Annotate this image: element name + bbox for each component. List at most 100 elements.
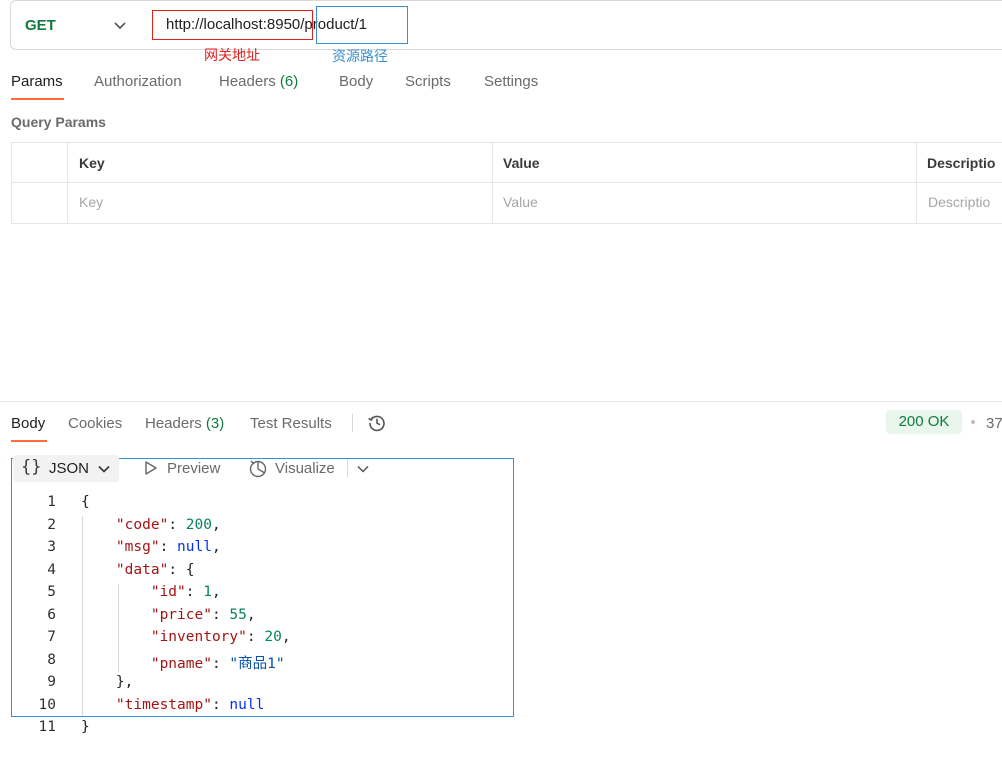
code-token: "id" — [150, 584, 186, 600]
method-select[interactable]: GET — [25, 17, 56, 34]
line-number: 11 — [38, 719, 56, 735]
code-text: "pname": "商品1" — [81, 652, 285, 673]
history-icon[interactable] — [367, 413, 387, 436]
code-token: "inventory" — [150, 629, 247, 645]
code-token: "data" — [115, 561, 169, 578]
code-token: }, — [81, 674, 134, 690]
code-token: 1 — [203, 584, 212, 600]
line-number: 9 — [47, 674, 56, 690]
gateway-address-label: 网关地址 — [204, 47, 260, 63]
tab-separator — [352, 414, 353, 432]
tab-authorization[interactable]: Authorization — [94, 73, 182, 90]
column-header-key: Key — [79, 155, 105, 171]
tab-headers[interactable]: Headers (6) — [219, 73, 298, 90]
code-token: : — [211, 655, 230, 672]
tab-headers-label: Headers — [219, 73, 276, 90]
response-tab-body[interactable]: Body — [11, 415, 45, 432]
code-token: : — [185, 584, 204, 600]
response-tab-headers[interactable]: Headers (3) — [145, 415, 224, 432]
column-header-value: Value — [503, 155, 540, 171]
line-number: 4 — [47, 561, 56, 578]
table-column-divider — [67, 142, 68, 224]
code-token: : { — [168, 561, 195, 578]
line-number: 2 — [47, 516, 56, 533]
line-number: 1 — [47, 494, 56, 510]
code-token: null — [229, 696, 265, 713]
code-token: "timestamp" — [115, 696, 212, 713]
tab-body[interactable]: Body — [339, 73, 373, 90]
param-key-input[interactable]: Key — [79, 194, 103, 210]
column-header-description: Descriptio — [927, 155, 996, 171]
braces-icon: {} — [21, 457, 42, 477]
table-column-divider — [492, 142, 493, 224]
code-token: 200 — [185, 516, 212, 533]
code-text: } — [81, 719, 90, 735]
active-tab-indicator — [11, 98, 64, 100]
format-label: JSON — [49, 460, 90, 477]
chevron-down-icon[interactable] — [356, 462, 370, 479]
code-token: : — [159, 539, 178, 555]
response-tab-test-results[interactable]: Test Results — [250, 415, 332, 432]
table-column-divider — [916, 142, 917, 224]
toolbar-separator — [347, 459, 348, 477]
line-number: 5 — [47, 584, 56, 600]
code-token: "msg" — [115, 539, 160, 555]
tab-headers-count: (6) — [279, 73, 299, 90]
tab-settings[interactable]: Settings — [484, 73, 538, 90]
code-token: null — [177, 539, 212, 555]
code-token: } — [81, 719, 90, 735]
param-value-input[interactable]: Value — [503, 194, 538, 210]
line-number: 7 — [47, 629, 56, 645]
code-token: : — [211, 696, 230, 713]
code-token: , — [246, 606, 256, 623]
line-number: 3 — [47, 539, 56, 555]
code-text: "id": 1, — [81, 584, 221, 600]
code-token: : — [168, 516, 186, 533]
tab-scripts[interactable]: Scripts — [405, 73, 451, 90]
code-token: , — [211, 516, 221, 533]
gateway-address-highlight — [152, 10, 313, 40]
code-text: "timestamp": null — [81, 697, 264, 713]
line-number: 6 — [47, 606, 56, 623]
play-icon[interactable] — [143, 460, 159, 479]
preview-button[interactable]: Preview — [167, 460, 220, 477]
code-token: : — [211, 606, 230, 623]
code-text: "msg": null, — [81, 539, 221, 555]
code-text: { — [81, 494, 90, 510]
code-token: "code" — [115, 516, 169, 533]
param-description-input[interactable]: Descriptio — [928, 194, 990, 210]
chevron-down-icon[interactable] — [97, 462, 111, 479]
status-badge[interactable]: 200 OK — [886, 410, 962, 434]
code-token: { — [81, 494, 90, 510]
visualize-button[interactable]: Visualize — [275, 460, 335, 477]
code-text: "code": 200, — [81, 517, 221, 533]
code-token: "price" — [150, 606, 212, 623]
tab-params[interactable]: Params — [11, 73, 63, 90]
resource-path-label: 资源路径 — [332, 48, 388, 64]
visualize-icon[interactable] — [248, 458, 268, 481]
code-text: "price": 55, — [81, 607, 256, 623]
response-tab-cookies[interactable]: Cookies — [68, 415, 122, 432]
response-tab-headers-count: (3) — [205, 415, 225, 432]
code-token: , — [211, 584, 221, 600]
active-response-tab-indicator — [11, 440, 47, 442]
code-token: 20 — [264, 629, 282, 645]
response-time[interactable]: 37 — [986, 415, 1002, 432]
code-token: : — [246, 629, 265, 645]
code-token: "商品1" — [229, 655, 285, 672]
chevron-down-icon[interactable] — [113, 16, 127, 39]
separator-dot — [971, 420, 975, 424]
code-token: , — [281, 629, 291, 645]
query-params-title: Query Params — [11, 114, 106, 130]
response-tab-headers-label: Headers — [145, 415, 202, 432]
response-divider[interactable] — [0, 401, 1002, 402]
code-text: }, — [81, 674, 133, 690]
code-token: "pname" — [150, 655, 212, 672]
